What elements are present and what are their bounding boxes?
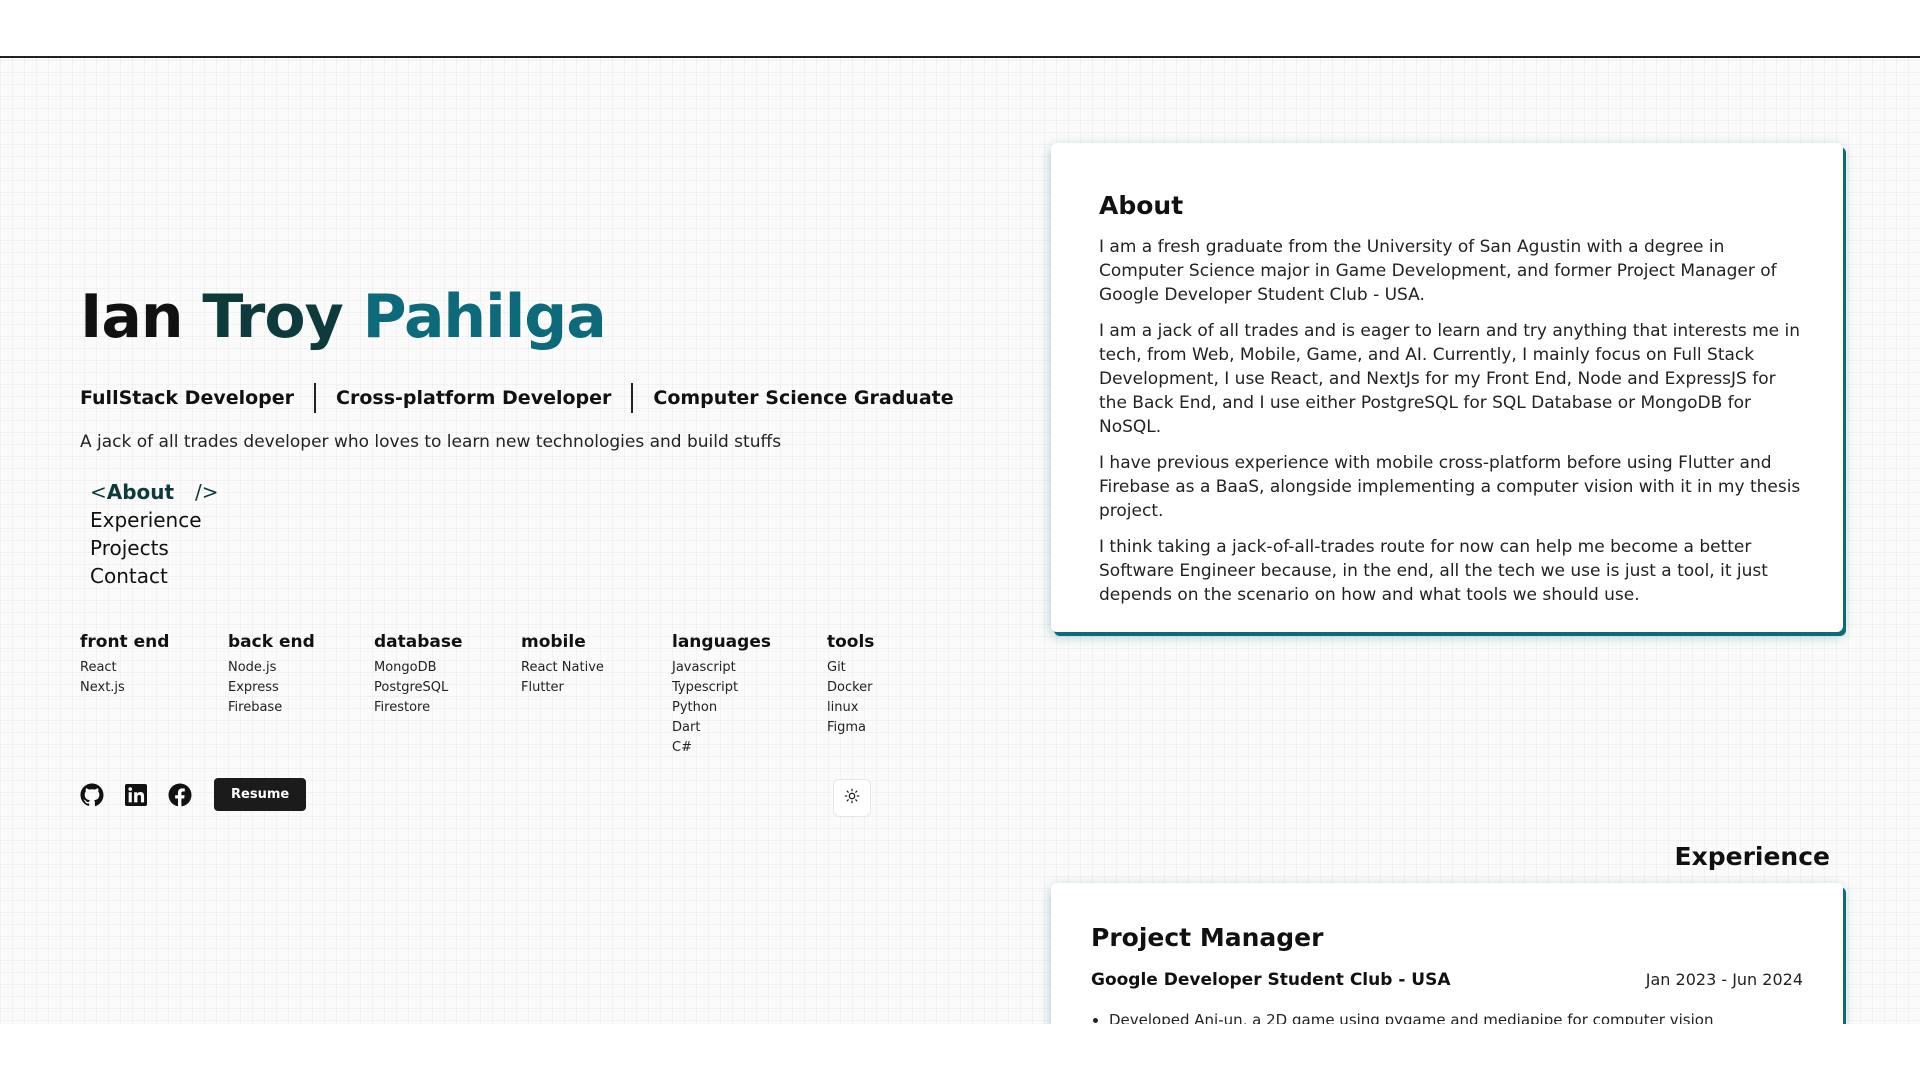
last-name: Pahilga: [362, 282, 607, 352]
experience-bullet: Developed Ani-un, a 2D game using pygame…: [1109, 1009, 1829, 1024]
skill-heading: database: [374, 632, 463, 652]
skill-item: Figma: [827, 720, 867, 735]
theme-toggle-button[interactable]: [833, 779, 871, 817]
role-divider: [314, 383, 317, 413]
about-paragraph: I think taking a jack-of-all-trades rout…: [1099, 537, 1768, 605]
social-links: Resume: [80, 778, 307, 811]
bottom-strip: [0, 1024, 1920, 1080]
skill-item: C#: [672, 740, 692, 755]
roles: FullStack Developer Cross-platform Devel…: [80, 383, 954, 413]
linkedin-icon[interactable]: [124, 783, 148, 807]
skill-column-database: database MongoDB PostgreSQL Firestore: [374, 632, 514, 718]
about-card: About I am a fresh graduate from the Uni…: [1051, 143, 1843, 632]
skill-item: React: [80, 660, 117, 675]
skill-heading: languages: [672, 632, 771, 652]
about-paragraph: I am a jack of all trades and is eager t…: [1099, 321, 1801, 437]
skill-column-back-end: back end Node.js Express Firebase: [228, 632, 368, 718]
skill-heading: front end: [80, 632, 170, 652]
nav-item-projects[interactable]: Projects: [90, 534, 219, 562]
skill-item: Next.js: [80, 680, 125, 695]
skill-item: linux: [827, 700, 859, 715]
skill-column-front-end: front end React Next.js: [80, 632, 220, 698]
about-body: I am a fresh graduate from the Universit…: [1099, 235, 1804, 619]
role-divider: [631, 383, 634, 413]
experience-dates: Jan 2023 - Jun 2024: [1645, 970, 1803, 989]
experience-card: Project Manager Google Developer Student…: [1051, 883, 1843, 1024]
experience-heading: Experience: [1674, 842, 1830, 871]
skill-heading: back end: [228, 632, 315, 652]
skill-item: Javascript: [672, 660, 736, 675]
section-nav: <About /> Experience Projects Contact: [90, 478, 219, 590]
nav-label-about: About: [106, 480, 175, 504]
hero-name: Ian Troy Pahilga: [80, 282, 607, 352]
skill-item: Git: [827, 660, 846, 675]
nav-item-contact[interactable]: Contact: [90, 562, 219, 590]
tagline: A jack of all trades developer who loves…: [80, 432, 782, 452]
middle-name: Troy: [202, 282, 343, 352]
experience-org: Google Developer Student Club - USA: [1091, 970, 1451, 990]
experience-bullets: Developed Ani-un, a 2D game using pygame…: [1091, 1009, 1829, 1024]
sun-icon: [844, 788, 860, 808]
skill-item: Flutter: [521, 680, 564, 695]
nav-item-experience[interactable]: Experience: [90, 506, 219, 534]
first-name: Ian: [80, 282, 184, 352]
about-title: About: [1099, 191, 1184, 220]
resume-button[interactable]: Resume: [214, 778, 307, 811]
skill-item: Firebase: [228, 700, 283, 715]
skill-item: PostgreSQL: [374, 680, 449, 695]
skill-item: Node.js: [228, 660, 277, 675]
skill-column-mobile: mobile React Native Flutter: [521, 632, 661, 698]
skill-item: Firestore: [374, 700, 431, 715]
skill-item: Docker: [827, 680, 873, 695]
top-bar: [0, 0, 1920, 58]
about-paragraph: I am a fresh graduate from the Universit…: [1099, 237, 1777, 305]
skill-column-tools: tools Git Docker linux Figma: [827, 632, 967, 738]
github-icon[interactable]: [80, 783, 104, 807]
bracket-close: />: [195, 480, 219, 504]
skill-item: React Native: [521, 660, 604, 675]
page-background: Ian Troy Pahilga FullStack Developer Cro…: [0, 0, 1920, 1024]
skill-item: Dart: [672, 720, 701, 735]
skill-item: Typescript: [672, 680, 739, 695]
bracket-open: <: [90, 480, 107, 504]
role-fullstack: FullStack Developer: [80, 387, 295, 409]
experience-role: Project Manager: [1091, 923, 1324, 952]
skill-item: Express: [228, 680, 279, 695]
skill-heading: mobile: [521, 632, 586, 652]
role-cross-platform: Cross-platform Developer: [336, 387, 612, 409]
about-paragraph: I have previous experience with mobile c…: [1099, 453, 1801, 521]
skill-item: Python: [672, 700, 718, 715]
skill-column-languages: languages Javascript Typescript Python D…: [672, 632, 812, 758]
skill-item: MongoDB: [374, 660, 437, 675]
nav-item-about[interactable]: <About />: [90, 478, 219, 506]
facebook-icon[interactable]: [168, 783, 192, 807]
role-cs-graduate: Computer Science Graduate: [653, 387, 954, 409]
skill-heading: tools: [827, 632, 875, 652]
